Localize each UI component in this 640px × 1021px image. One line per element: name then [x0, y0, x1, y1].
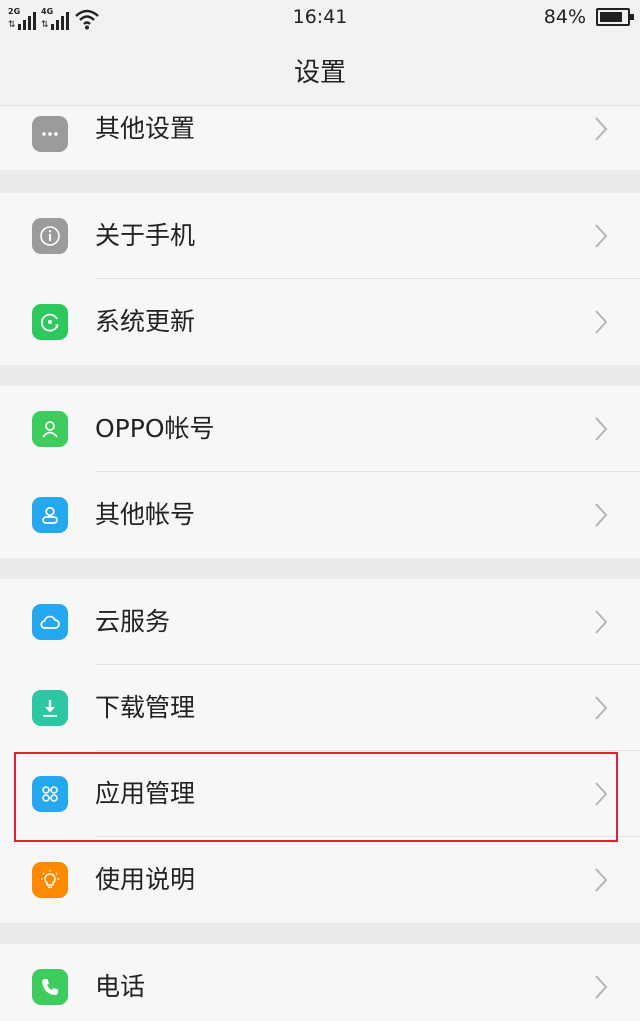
user-icon — [32, 497, 68, 533]
chevron-right-icon — [595, 696, 608, 720]
chevron-right-icon — [595, 975, 608, 999]
settings-item-download-manager[interactable]: 下载管理 — [0, 665, 640, 751]
settings-item-label: OPPO帐号 — [95, 414, 215, 443]
info-icon — [32, 218, 68, 254]
chevron-right-icon — [595, 610, 608, 634]
settings-item-other-settings[interactable]: 其他设置 — [0, 106, 640, 170]
chevron-right-icon — [595, 503, 608, 527]
settings-item-cloud-service[interactable]: 云服务 — [0, 579, 640, 665]
title-bar: 设置 — [0, 36, 640, 106]
cloud-icon — [32, 604, 68, 640]
update-icon — [32, 304, 68, 340]
settings-item-phone[interactable]: 电话 — [0, 944, 640, 1021]
settings-item-about-phone[interactable]: 关于手机 — [0, 193, 640, 279]
settings-item-label: 其他设置 — [95, 114, 196, 143]
settings-item-label: 电话 — [95, 972, 146, 1001]
more-dots-icon — [32, 116, 68, 152]
settings-item-oppo-account[interactable]: OPPO帐号 — [0, 386, 640, 472]
settings-item-app-management[interactable]: 应用管理 — [0, 751, 640, 837]
chevron-right-icon — [595, 117, 608, 141]
settings-item-system-update[interactable]: 系统更新 — [0, 279, 640, 365]
settings-item-other-accounts[interactable]: 其他帐号 — [0, 472, 640, 558]
battery-icon — [596, 8, 634, 26]
chevron-right-icon — [595, 310, 608, 334]
settings-item-label: 其他帐号 — [95, 500, 196, 529]
settings-item-label: 使用说明 — [95, 865, 196, 894]
download-icon — [32, 690, 68, 726]
status-icons-right: 84% — [543, 6, 634, 28]
settings-item-label: 云服务 — [95, 607, 171, 636]
account-icon — [32, 411, 68, 447]
settings-item-user-guide[interactable]: 使用说明 — [0, 837, 640, 923]
phone-icon — [32, 969, 68, 1005]
apps-grid-icon — [32, 776, 68, 812]
status-bar: 2G ⇅ 4G ⇅ 16:41 84% — [0, 0, 640, 36]
chevron-right-icon — [595, 868, 608, 892]
chevron-right-icon — [595, 417, 608, 441]
settings-item-label: 系统更新 — [95, 307, 196, 336]
battery-percent: 84% — [543, 6, 586, 28]
lightbulb-icon — [32, 862, 68, 898]
page-title: 设置 — [293, 58, 346, 88]
chevron-right-icon — [595, 224, 608, 248]
settings-item-label: 关于手机 — [95, 221, 196, 250]
settings-item-label: 下载管理 — [95, 693, 196, 722]
settings-item-label: 应用管理 — [95, 779, 196, 808]
chevron-right-icon — [595, 782, 608, 806]
